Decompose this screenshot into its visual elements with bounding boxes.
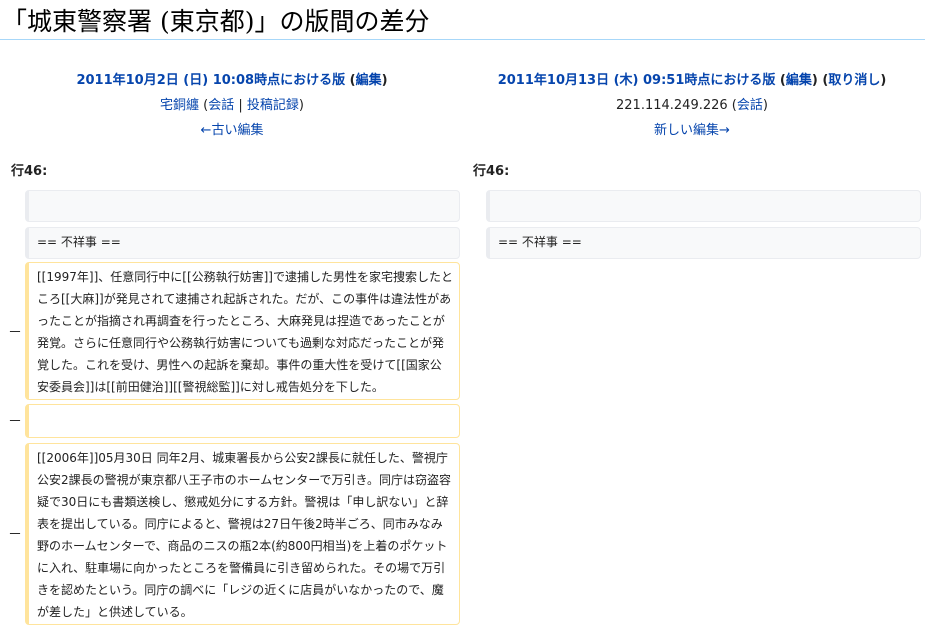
left-revision-line: 2011年10月2日 (日) 10:08時点における版 (編集) [2, 68, 462, 93]
left-deleted-block-2 [25, 404, 460, 438]
left-edit-paren-close: ) [381, 73, 388, 88]
right-revision-line: 2011年10月13日 (木) 09:51時点における版 (編集) (取り消し) [462, 68, 922, 93]
left-user-link[interactable]: 宅銅纏 [160, 98, 199, 113]
right-undo-paren-open: ( [817, 73, 829, 88]
left-contribs-link[interactable]: 投稿記録 [247, 98, 299, 113]
page-title: 「城東警察署 (東京都)」の版間の差分 [0, 0, 925, 40]
left-revision-timestamp-link[interactable]: 2011年10月2日 (日) 10:08時点における版 [76, 73, 345, 88]
left-revision-header: 2011年10月2日 (日) 10:08時点における版 (編集) 宅銅纏 (会話… [2, 68, 462, 143]
right-edit-paren-open: ( [775, 73, 786, 88]
left-context-heading: == 不祥事 == [25, 227, 460, 259]
older-edit-link[interactable]: ←古い編集 [201, 123, 264, 138]
right-revision-header: 2011年10月13日 (木) 09:51時点における版 (編集) (取り消し)… [462, 68, 922, 143]
deleted-marker-1: － [8, 325, 22, 341]
right-user-ip: 221.114.249.226 [616, 98, 728, 113]
right-talk-paren-close: ) [762, 98, 768, 113]
right-context-empty [486, 190, 921, 222]
left-talk-link[interactable]: 会話 [208, 98, 234, 113]
deleted-marker-2: － [8, 414, 22, 430]
left-edit-link[interactable]: 編集 [356, 73, 382, 88]
left-edit-paren-open: ( [345, 73, 356, 88]
left-context-empty [25, 190, 460, 222]
left-deleted-block-3: [[2006年]]05月30日 同年2月、城東署長から公安2課長に就任した、警視… [25, 443, 460, 625]
right-undo-link[interactable]: 取り消し [828, 73, 880, 88]
right-talk-link[interactable]: 会話 [737, 98, 763, 113]
left-line-number: 行46: [11, 164, 48, 179]
right-talk-paren-open: ( [727, 98, 737, 113]
left-talk-paren-open: ( [199, 98, 209, 113]
newer-edit-link[interactable]: 新しい編集→ [654, 123, 730, 138]
right-line-number: 行46: [473, 164, 510, 179]
deleted-marker-3: － [8, 527, 22, 543]
right-revision-timestamp-link[interactable]: 2011年10月13日 (木) 09:51時点における版 [498, 73, 776, 88]
right-undo-paren-close: ) [880, 73, 887, 88]
right-context-heading: == 不祥事 == [486, 227, 921, 259]
right-user-line: 221.114.249.226 (会話) [462, 93, 922, 118]
left-talk-paren-close: ) [298, 98, 304, 113]
left-user-line: 宅銅纏 (会話 | 投稿記録) [2, 93, 462, 118]
right-nav-line: 新しい編集→ [462, 118, 922, 143]
left-nav-line: ←古い編集 [2, 118, 462, 143]
right-edit-link[interactable]: 編集 [786, 73, 812, 88]
left-deleted-block-1: [[1997年]]、任意同行中に[[公務執行妨害]]で逮捕した男性を家宅捜索した… [25, 262, 460, 400]
left-separator: | [234, 98, 247, 113]
